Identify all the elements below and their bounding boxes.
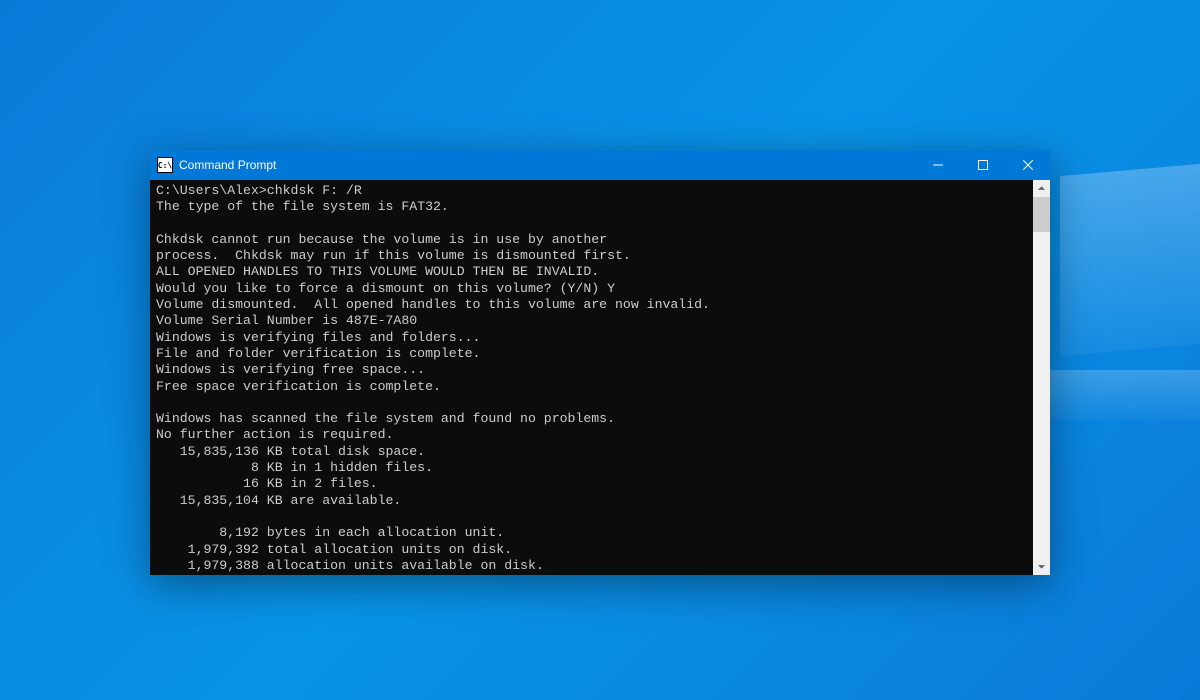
vertical-scrollbar[interactable] bbox=[1033, 180, 1050, 575]
command-prompt-window: C:\ Command Prompt C:\Users\Alex>chkdsk … bbox=[150, 150, 1050, 575]
close-icon bbox=[1023, 160, 1033, 170]
maximize-icon bbox=[978, 160, 988, 170]
scroll-track[interactable] bbox=[1033, 197, 1050, 558]
chevron-down-icon bbox=[1038, 563, 1045, 570]
window-title: Command Prompt bbox=[179, 158, 276, 172]
chevron-up-icon bbox=[1038, 185, 1045, 192]
terminal-body: C:\Users\Alex>chkdsk F: /R The type of t… bbox=[150, 180, 1050, 575]
app-icon: C:\ bbox=[157, 157, 173, 173]
maximize-button[interactable] bbox=[960, 150, 1005, 180]
titlebar[interactable]: C:\ Command Prompt bbox=[150, 150, 1050, 180]
wallpaper-light-1 bbox=[1060, 164, 1200, 356]
wallpaper-light-2 bbox=[1050, 370, 1200, 420]
terminal-output[interactable]: C:\Users\Alex>chkdsk F: /R The type of t… bbox=[150, 180, 1033, 575]
scroll-thumb[interactable] bbox=[1033, 197, 1050, 232]
scroll-down-button[interactable] bbox=[1033, 558, 1050, 575]
minimize-icon bbox=[933, 160, 943, 170]
scroll-up-button[interactable] bbox=[1033, 180, 1050, 197]
minimize-button[interactable] bbox=[915, 150, 960, 180]
close-button[interactable] bbox=[1005, 150, 1050, 180]
